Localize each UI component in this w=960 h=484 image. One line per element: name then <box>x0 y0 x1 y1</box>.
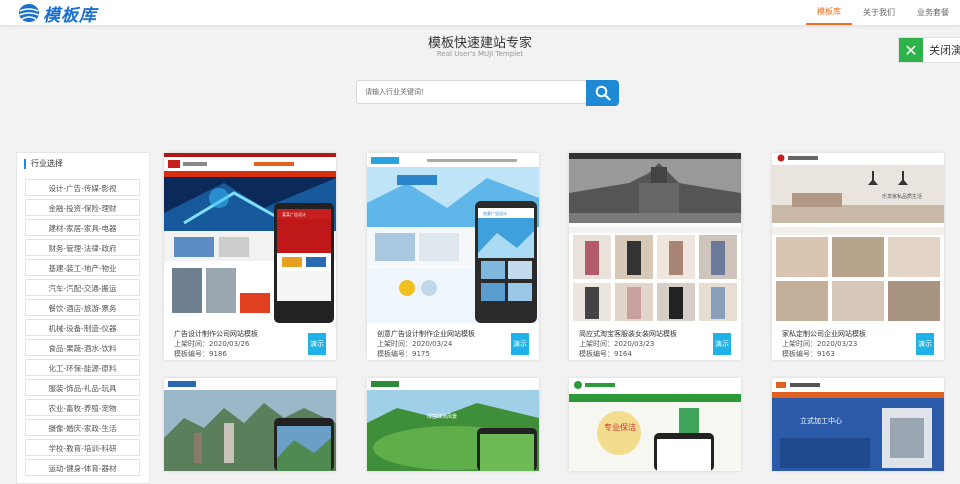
sidebar-item-sports[interactable]: 运动-健身-体育-器材 <box>25 459 140 476</box>
template-info: 家私定制公司企业网站模板 上架时间：2020/03/23 模板编号：9163 <box>782 329 922 359</box>
page-title: 模板快速建站专家 <box>427 36 532 51</box>
page-subtitle: Real User's MUJI Templet <box>436 50 524 58</box>
template-thumbnail[interactable]: 立式加工中心 <box>772 378 944 471</box>
template-card[interactable]: 绿茵球场风景 <box>367 378 539 471</box>
nav-item-templates[interactable]: 模板库 <box>806 0 852 25</box>
sidebar-item-construction[interactable]: 基建-装工-地产-物业 <box>25 259 140 276</box>
search-bar <box>356 80 619 106</box>
template-thumbnail[interactable]: 乐享家私品质生活 <box>772 153 944 323</box>
top-nav: 模板库 关于我们 业务套餐 <box>806 0 960 25</box>
search-input[interactable] <box>356 80 586 104</box>
search-button[interactable] <box>586 80 619 106</box>
thumb-mobile-text: 创意广告设计 <box>483 210 507 216</box>
nav-item-packages[interactable]: 业务套餐 <box>906 0 960 25</box>
template-card[interactable]: 简应式淘宝客服装女装网站模板 上架时间：2020/03/23 模板编号：9164… <box>569 153 741 360</box>
template-thumbnail[interactable]: 专业保洁 <box>569 378 741 471</box>
template-card[interactable]: 乐享家私品质生活 家私定制公司企业网站模板 上架时间：2020/03/23 模板… <box>772 153 944 360</box>
logo-globe-icon <box>19 4 39 22</box>
sidebar-item-design[interactable]: 设计-广告-传媒-影视 <box>25 179 140 196</box>
template-title[interactable]: 家私定制公司企业网站模板 <box>782 329 922 339</box>
template-thumbnail[interactable]: 绿茵球场风景 <box>367 378 539 471</box>
template-title[interactable]: 简应式淘宝客服装女装网站模板 <box>579 329 719 339</box>
template-date: 上架时间：2020/03/23 <box>579 340 655 348</box>
sidebar-item-clothing[interactable]: 服装-饰品-礼品-玩具 <box>25 379 140 396</box>
template-thumbnail[interactable] <box>569 153 741 323</box>
demo-button[interactable]: 演示 <box>511 333 529 355</box>
sidebar-item-auto[interactable]: 汽车-汽配-交通-搬运 <box>25 279 140 296</box>
brand-name: 模板库 <box>43 5 97 26</box>
template-code: 模板编号：9163 <box>782 350 835 358</box>
sidebar-item-agriculture[interactable]: 农业-畜牧-养殖-宠物 <box>25 399 140 416</box>
demo-button[interactable]: 演示 <box>308 333 326 355</box>
industry-sidebar: 行业选择 设计-广告-传媒-影视 金融-投资-保险-理财 建材-家居-家具-电器… <box>16 152 150 484</box>
sidebar-item-education[interactable]: 学校-教育-培训-科研 <box>25 439 140 456</box>
sidebar-title: 行业选择 <box>24 159 63 169</box>
search-icon <box>595 85 611 101</box>
sidebar-item-catering[interactable]: 餐饮-酒店-旅游-票务 <box>25 299 140 316</box>
thumb-hero-text: 专业保洁 <box>604 422 636 432</box>
template-title[interactable]: 广告设计制作公司网站模板 <box>174 329 314 339</box>
template-code: 模板编号：9186 <box>174 350 227 358</box>
sidebar-item-photography[interactable]: 摄像-婚庆-家政-生活 <box>25 419 140 436</box>
template-card[interactable]: 立式加工中心 <box>772 378 944 471</box>
thumb-hero-text: 立式加工中心 <box>800 416 842 425</box>
thumb-hero-text: 绿茵球场风景 <box>427 413 457 420</box>
top-bar: 模板库 模板库 关于我们 业务套餐 <box>0 0 960 26</box>
template-date: 上架时间：2020/03/23 <box>782 340 858 348</box>
template-info: 创意广告设计制作企业网站模板 上架时间：2020/03/24 模板编号：9175 <box>377 329 517 359</box>
logo[interactable]: 模板库 <box>17 2 97 26</box>
template-code: 模板编号：9164 <box>579 350 632 358</box>
template-card[interactable]: 某某广告设计 广告设计制作公司网站模板 上架时间：2020/03/26 模板编号… <box>164 153 336 360</box>
template-info: 简应式淘宝客服装女装网站模板 上架时间：2020/03/23 模板编号：9164 <box>579 329 719 359</box>
thumb-slogan-text: 乐享家私品质生活 <box>882 193 922 200</box>
template-thumbnail[interactable] <box>164 378 336 471</box>
template-code: 模板编号：9175 <box>377 350 430 358</box>
template-card[interactable] <box>164 378 336 471</box>
sidebar-item-machinery[interactable]: 机械-设备-制造-仪器 <box>25 319 140 336</box>
sidebar-item-accounting[interactable]: 财务-管理-法律-政府 <box>25 239 140 256</box>
template-card[interactable]: 专业保洁 <box>569 378 741 471</box>
template-date: 上架时间：2020/03/26 <box>174 340 250 348</box>
template-card[interactable]: 创意广告设计 创意广告设计制作企业网站模板 上架时间：2020/03/24 模板… <box>367 153 539 360</box>
close-demo-label: 关闭演 <box>929 44 960 57</box>
template-title[interactable]: 创意广告设计制作企业网站模板 <box>377 329 517 339</box>
demo-button[interactable]: 演示 <box>916 333 934 355</box>
sidebar-item-building[interactable]: 建材-家居-家具-电器 <box>25 219 140 236</box>
sidebar-item-chemical[interactable]: 化工-环保-能源-原料 <box>25 359 140 376</box>
template-thumbnail[interactable]: 创意广告设计 <box>367 153 539 323</box>
sidebar-item-food[interactable]: 食品-果蔬-酒水-饮料 <box>25 339 140 356</box>
template-info: 广告设计制作公司网站模板 上架时间：2020/03/26 模板编号：9186 <box>174 329 314 359</box>
thumb-brand-text: 某某广告设计 <box>282 211 306 217</box>
close-demo-button[interactable]: ✕ 关闭演 <box>898 37 960 63</box>
template-thumbnail[interactable]: 某某广告设计 <box>164 153 336 323</box>
close-icon: ✕ <box>899 38 923 62</box>
nav-item-about[interactable]: 关于我们 <box>852 0 906 25</box>
sidebar-item-finance[interactable]: 金融-投资-保险-理财 <box>25 199 140 216</box>
template-date: 上架时间：2020/03/24 <box>377 340 453 348</box>
demo-button[interactable]: 演示 <box>713 333 731 355</box>
